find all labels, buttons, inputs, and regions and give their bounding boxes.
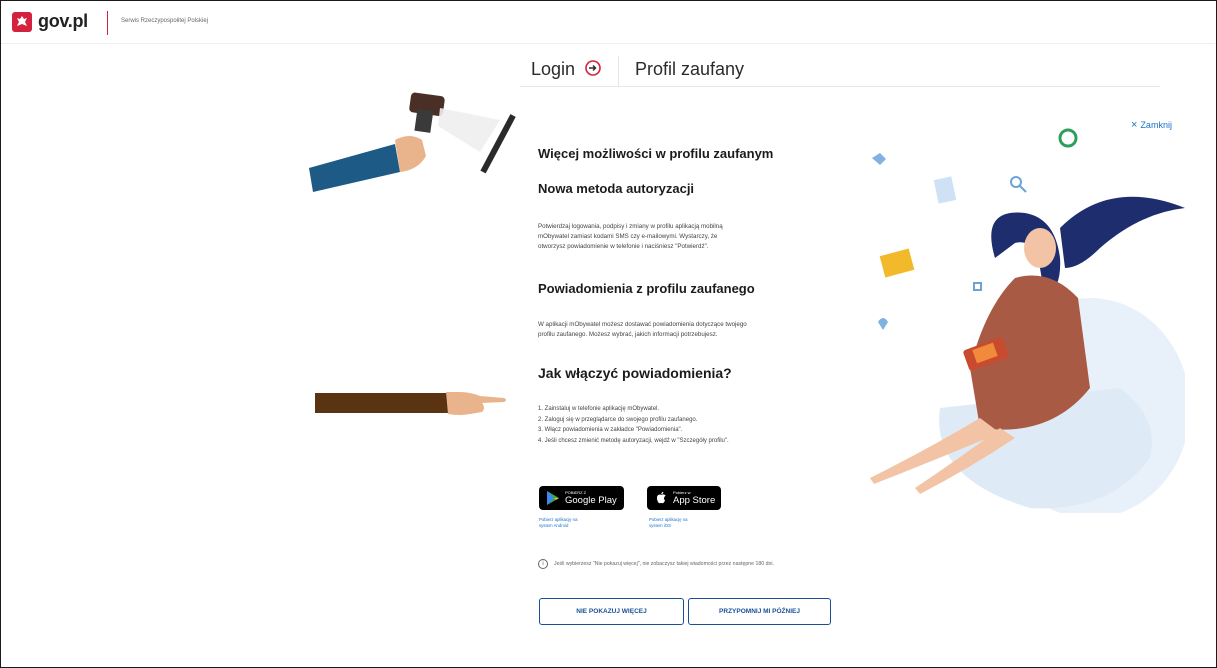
info-text: Jeśli wybierzesz "Nie pokazuj więcej", n… xyxy=(554,561,774,567)
tab-profil-zaufany[interactable]: Profil zaufany xyxy=(635,59,744,80)
tab-divider xyxy=(618,56,619,86)
paragraph-line: otworzysz powiadomienie w telefonie i na… xyxy=(538,243,709,250)
list-item: 3. Włącz powiadomienia w zakładce "Powia… xyxy=(538,427,683,433)
app-store-button[interactable]: Pobierz w App Store xyxy=(647,486,721,510)
info-icon: i xyxy=(538,559,548,569)
login-icon xyxy=(584,59,602,82)
google-play-label: Google Play xyxy=(565,495,617,506)
section-heading-notifications: Powiadomienia z profilu zaufanego xyxy=(538,281,755,296)
paragraph-line: profilu zaufanego. Możesz wybrać, jakich… xyxy=(538,331,718,338)
eagle-emblem-icon xyxy=(12,11,32,32)
app-store-caption[interactable]: Pobierz aplikację na system iOS xyxy=(649,517,699,529)
logo-text: gov.pl xyxy=(38,11,88,31)
google-play-caption[interactable]: Pobierz aplikację na system Android xyxy=(539,517,589,529)
top-bar: gov.pl Serwis Rzeczypospolitej Polskiej xyxy=(1,1,1215,44)
tab-login-label: Login xyxy=(531,59,576,79)
section-auth-text: Potwierdzaj logowania, podpisy i zmiany … xyxy=(538,222,848,252)
paragraph-line: Potwierdzaj logowania, podpisy i zmiany … xyxy=(538,223,723,230)
info-note: i Jeśli wybierzesz "Nie pokazuj więcej",… xyxy=(538,559,774,569)
list-item: 2. Zaloguj się w przeglądarce do swojego… xyxy=(538,416,698,423)
section-notifications-text: W aplikacji mObywatel możesz dostawać po… xyxy=(538,320,848,340)
paragraph-line: W aplikacji mObywatel możesz dostawać po… xyxy=(538,321,747,328)
apple-icon xyxy=(656,491,666,504)
list-item: 4. Jeśli chcesz zmienić metodę autoryzac… xyxy=(538,437,729,444)
list-item: 1. Zainstaluj w telefonie aplikację mOby… xyxy=(538,406,660,412)
section-heading-auth: Nowa metoda autoryzacji xyxy=(538,181,695,196)
section-heading-how-to: Jak włączyć powiadomienia? xyxy=(538,365,732,381)
app-store-label: App Store xyxy=(673,495,716,506)
header-subtitle: Serwis Rzeczypospolitej Polskiej xyxy=(121,18,209,24)
google-play-icon xyxy=(547,491,559,505)
remind-later-button[interactable]: PRZYPOMNIJ MI PÓŹNIEJ xyxy=(688,598,831,625)
google-play-button[interactable]: POBIERZ Z Google Play xyxy=(539,486,624,510)
tab-bar: Login Profil zaufany xyxy=(520,56,1160,87)
gov-logo[interactable]: gov.pl xyxy=(12,11,88,32)
dont-show-again-button[interactable]: NIE POKAZUJ WIĘCEJ xyxy=(539,598,684,625)
hand-flashlight-illustration xyxy=(309,92,516,192)
page-title: Więcej możliwości w profilu zaufanym xyxy=(538,146,774,161)
tab-login[interactable]: Login xyxy=(531,59,602,82)
steps-list: 1. Zainstaluj w telefonie aplikację mOby… xyxy=(538,404,729,446)
pointing-hand-illustration xyxy=(315,392,506,415)
header-divider xyxy=(107,11,108,35)
paragraph-line: mObywatel zamiast kodami SMS czy e-mailo… xyxy=(538,233,718,240)
woman-with-phone-illustration xyxy=(870,128,1185,513)
